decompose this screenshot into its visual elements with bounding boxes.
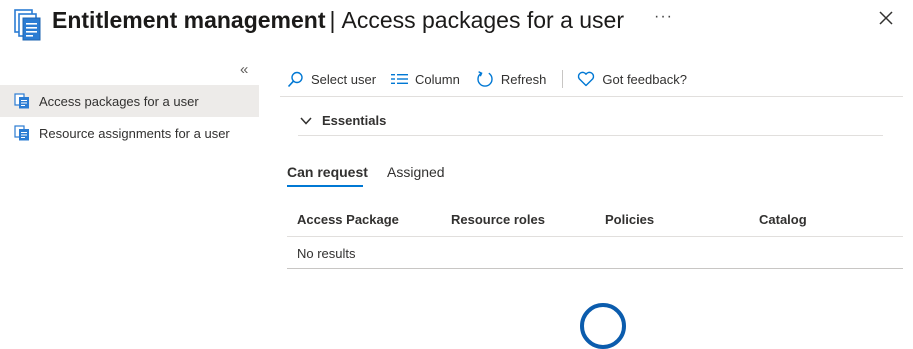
- nav-item-resource-assignments[interactable]: Resource assignments for a user: [0, 117, 259, 149]
- page-title: Entitlement management | Access packages f…: [52, 5, 624, 35]
- refresh-button[interactable]: Refresh: [476, 70, 547, 88]
- refresh-icon: [477, 71, 493, 87]
- collapse-nav-button[interactable]: «: [240, 62, 248, 78]
- chevron-down-icon: [300, 116, 312, 125]
- toolbar-divider: [562, 70, 564, 88]
- feedback-label: Got feedback?: [602, 71, 687, 87]
- nav-item-label: Resource assignments for a user: [39, 125, 230, 141]
- column-label: Column: [415, 71, 460, 87]
- toolbar-divider-line: [280, 96, 903, 97]
- column-header-resource-roles[interactable]: Resource roles: [451, 212, 545, 227]
- feedback-button[interactable]: Got feedback?: [577, 71, 687, 87]
- column-header-catalog[interactable]: Catalog: [759, 212, 807, 227]
- essentials-divider: [298, 135, 883, 136]
- essentials-toggle[interactable]: Essentials: [300, 113, 386, 128]
- document-stack-icon: [14, 9, 41, 41]
- close-icon[interactable]: [877, 9, 895, 27]
- command-bar: Select user Column Refresh Got feedback?: [287, 69, 687, 89]
- table-header-divider: [287, 236, 903, 237]
- nav-item-label: Access packages for a user: [39, 93, 199, 109]
- refresh-label: Refresh: [500, 71, 547, 87]
- nav-item-access-packages[interactable]: Access packages for a user: [0, 85, 259, 117]
- heart-icon: [578, 71, 595, 87]
- page-title-main: Entitlement management: [52, 7, 326, 33]
- document-icon: [14, 125, 29, 141]
- loading-spinner-icon: [580, 303, 626, 349]
- essentials-label: Essentials: [322, 113, 387, 128]
- tab-can-request[interactable]: Can request: [287, 164, 368, 180]
- document-icon: [14, 93, 29, 109]
- column-header-policies[interactable]: Policies: [605, 212, 654, 227]
- title-separator: |: [329, 7, 336, 33]
- empty-state-text: No results: [297, 246, 356, 261]
- more-options-button[interactable]: ···: [654, 8, 673, 26]
- table-bottom-divider: [287, 268, 903, 269]
- tab-assigned[interactable]: Assigned: [387, 164, 445, 180]
- select-user-label: Select user: [311, 71, 377, 87]
- active-tab-indicator: [287, 185, 363, 187]
- column-header-access-package[interactable]: Access Package: [297, 212, 399, 227]
- columns-icon: [391, 74, 409, 84]
- search-icon: [287, 71, 303, 87]
- page-subtitle: Access packages for a user: [341, 7, 625, 33]
- column-button[interactable]: Column: [391, 72, 460, 87]
- select-user-button[interactable]: Select user: [287, 71, 376, 88]
